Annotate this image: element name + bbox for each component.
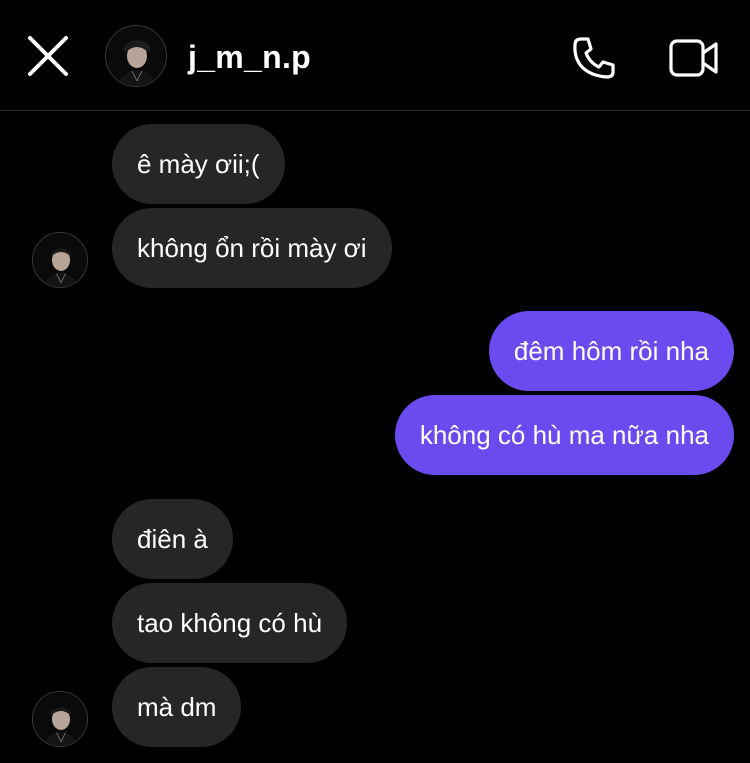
incoming-message[interactable]: điên à bbox=[112, 499, 233, 579]
chat-username[interactable]: j_m_n.p bbox=[188, 37, 311, 77]
message-text: đêm hôm rồi nha bbox=[513, 336, 709, 366]
message-text: ê mày ơii;( bbox=[137, 149, 260, 179]
outgoing-message[interactable]: đêm hôm rồi nha bbox=[488, 311, 734, 391]
message-text: điên à bbox=[137, 524, 208, 554]
phone-icon bbox=[573, 37, 615, 79]
outgoing-message[interactable]: không có hù ma nữa nha bbox=[394, 395, 734, 475]
close-icon bbox=[28, 36, 68, 76]
profile-photo-icon bbox=[33, 692, 87, 746]
video-camera-icon bbox=[669, 39, 718, 77]
profile-photo-icon bbox=[33, 233, 87, 287]
incoming-message[interactable]: mà dm bbox=[112, 667, 242, 747]
avatar[interactable] bbox=[105, 25, 167, 87]
incoming-message[interactable]: ê mày ơii;( bbox=[112, 124, 285, 204]
sender-avatar[interactable] bbox=[32, 691, 88, 747]
chat-screen: j_m_n.p ê mày ơii;( không ổn rồi mày ơi bbox=[0, 0, 750, 763]
chat-header: j_m_n.p bbox=[0, 0, 750, 111]
incoming-message[interactable]: không ổn rồi mày ơi bbox=[112, 208, 392, 288]
message-text: tao không có hù bbox=[137, 608, 323, 638]
message-text: mà dm bbox=[137, 692, 217, 722]
voice-call-button[interactable] bbox=[566, 30, 622, 86]
video-call-button[interactable] bbox=[664, 30, 724, 86]
incoming-message[interactable]: tao không có hù bbox=[112, 583, 348, 663]
message-text: không có hù ma nữa nha bbox=[419, 420, 709, 450]
close-button[interactable] bbox=[24, 32, 72, 80]
sender-avatar[interactable] bbox=[32, 232, 88, 288]
profile-photo-icon bbox=[106, 26, 166, 86]
message-text: không ổn rồi mày ơi bbox=[137, 233, 367, 263]
